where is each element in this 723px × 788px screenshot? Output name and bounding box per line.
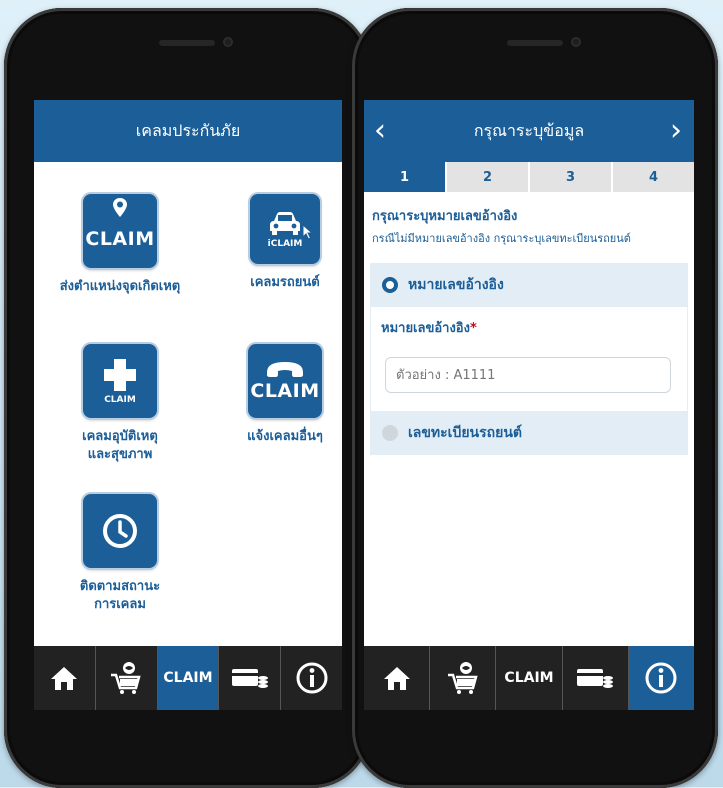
info-icon xyxy=(296,662,328,694)
car-icon xyxy=(270,212,300,235)
tab-shop[interactable] xyxy=(430,646,497,710)
cursor-icon xyxy=(302,224,314,240)
tile-accident-health[interactable]: CLAIM เคลมอุบัติเหตุ และสุขภาพ xyxy=(60,344,180,464)
reference-number-input[interactable] xyxy=(385,357,671,393)
tab-claim-label: CLAIM xyxy=(504,670,554,686)
claim-menu-screen: เคลมประกันภัย CLAIM ส่งตำแหน่งจุดเกิดเหต… xyxy=(34,100,342,710)
claim-menu-grid: CLAIM ส่งตำแหน่งจุดเกิดเหตุ iCLAIM เคลมร… xyxy=(34,162,342,646)
field-label: หมายเลขอ้างอิง* xyxy=(381,317,477,338)
tile-label: แจ้งเคลมอื่นๆ xyxy=(247,429,323,444)
claim-location-tile-icon[interactable]: CLAIM xyxy=(83,194,157,268)
tile-label: เคลมรถยนต์ xyxy=(250,275,320,290)
page-title: กรุณาระบุข้อมูล xyxy=(473,120,585,140)
front-camera xyxy=(223,37,233,47)
tab-claim-label: CLAIM xyxy=(163,670,213,686)
radio-unchecked[interactable] xyxy=(382,425,398,441)
speaker-grille xyxy=(159,40,215,46)
left-phone-frame: เคลมประกันภัย CLAIM ส่งตำแหน่งจุดเกิดเหต… xyxy=(4,8,370,788)
phone-icon xyxy=(267,362,303,377)
page-title: เคลมประกันภัย xyxy=(135,120,241,140)
tile-other-claim[interactable]: CLAIM แจ้งเคลมอื่นๆ xyxy=(230,344,340,446)
home-icon xyxy=(51,667,78,690)
tab-claim[interactable]: CLAIM xyxy=(157,646,220,710)
home-icon xyxy=(383,667,410,690)
tab-claim[interactable]: CLAIM xyxy=(496,646,563,710)
tile-label: เคลมอุบัติเหตุ และสุขภาพ xyxy=(60,428,180,464)
header-bar: ‹ กรุณาระบุข้อมูล › xyxy=(364,100,694,162)
track-status-tile-icon[interactable] xyxy=(83,494,157,568)
tab-info[interactable] xyxy=(628,646,694,710)
form-subtitle: กรณีไม่มีหมายเลขอ้างอิง กรุณาระบุเลขทะเบ… xyxy=(372,232,631,245)
required-mark: * xyxy=(469,321,477,336)
step-indicator: 1 2 3 4 xyxy=(364,162,694,192)
option-license-plate[interactable]: เลขทะเบียนรถยนต์ xyxy=(370,411,688,455)
tile-icon-text: iCLAIM xyxy=(267,239,303,249)
step-4[interactable]: 4 xyxy=(613,162,694,192)
icl aim-tile-icon[interactable]: iCLAIM xyxy=(250,194,320,264)
info-icon xyxy=(645,662,677,694)
cart-icon xyxy=(111,662,141,694)
option-label: เลขทะเบียนรถยนต์ xyxy=(408,425,522,441)
bottom-tab-bar: CLAIM xyxy=(34,646,342,710)
tile-label-line2: และสุขภาพ xyxy=(87,447,153,462)
accident-health-tile-icon[interactable]: CLAIM xyxy=(83,344,157,418)
medical-cross-icon xyxy=(104,359,136,391)
tile-icon-text: CLAIM xyxy=(104,395,136,405)
claim-form-screen: ‹ กรุณาระบุข้อมูล › 1 2 3 4 กรุณาระบุหมา… xyxy=(364,100,694,710)
tab-home[interactable] xyxy=(34,646,96,710)
radio-checked[interactable] xyxy=(382,277,398,293)
tile-track-status[interactable]: ติดตามสถานะ การเคลม xyxy=(60,494,180,614)
reference-field-panel: หมายเลขอ้างอิง* xyxy=(370,307,688,411)
map-pin-icon xyxy=(113,198,127,217)
option-reference-number[interactable]: หมายเลขอ้างอิง xyxy=(370,263,688,307)
tile-icon-text: CLAIM xyxy=(85,228,155,250)
tab-info[interactable] xyxy=(281,646,342,710)
tile-label: ส่งตำแหน่งจุดเกิดเหตุ xyxy=(59,279,181,294)
tab-payment[interactable] xyxy=(219,646,282,710)
tab-payment[interactable] xyxy=(563,646,629,710)
form-heading: กรุณาระบุหมายเลขอ้างอิง กรณีไม่มีหมายเลข… xyxy=(372,205,686,247)
tile-label-line1: เคลมอุบัติเหตุ xyxy=(82,429,158,444)
tile-icon-text: CLAIM xyxy=(250,380,320,402)
cart-icon xyxy=(447,662,478,694)
front-camera xyxy=(571,37,581,47)
clock-icon xyxy=(103,514,137,548)
other-claim-tile-icon[interactable]: CLAIM xyxy=(248,344,322,418)
form-title: กรุณาระบุหมายเลขอ้างอิง xyxy=(372,209,518,224)
step-2[interactable]: 2 xyxy=(447,162,530,192)
step-3[interactable]: 3 xyxy=(530,162,613,192)
tile-label-line2: การเคลม xyxy=(94,597,146,612)
card-coins-icon xyxy=(577,669,614,688)
header-bar: เคลมประกันภัย xyxy=(34,100,342,162)
step-1[interactable]: 1 xyxy=(364,162,447,192)
chevron-left-icon[interactable]: ‹ xyxy=(374,100,386,162)
bottom-tab-bar: CLAIM xyxy=(364,646,694,710)
tile-label-line1: ติดตามสถานะ xyxy=(79,579,161,594)
tile-label: ติดตามสถานะ การเคลม xyxy=(60,578,180,614)
tile-car-claim[interactable]: iCLAIM เคลมรถยนต์ xyxy=(230,194,340,292)
card-coins-icon xyxy=(231,669,268,688)
speaker-grille xyxy=(507,40,563,46)
tile-send-location[interactable]: CLAIM ส่งตำแหน่งจุดเกิดเหตุ xyxy=(60,194,180,296)
option-label: หมายเลขอ้างอิง xyxy=(408,277,504,293)
chevron-right-icon[interactable]: › xyxy=(670,100,682,162)
field-label-text: หมายเลขอ้างอิง xyxy=(381,321,470,336)
tab-home[interactable] xyxy=(364,646,431,710)
right-phone-frame: ‹ กรุณาระบุข้อมูล › 1 2 3 4 กรุณาระบุหมา… xyxy=(352,8,718,788)
tab-shop[interactable] xyxy=(96,646,158,710)
